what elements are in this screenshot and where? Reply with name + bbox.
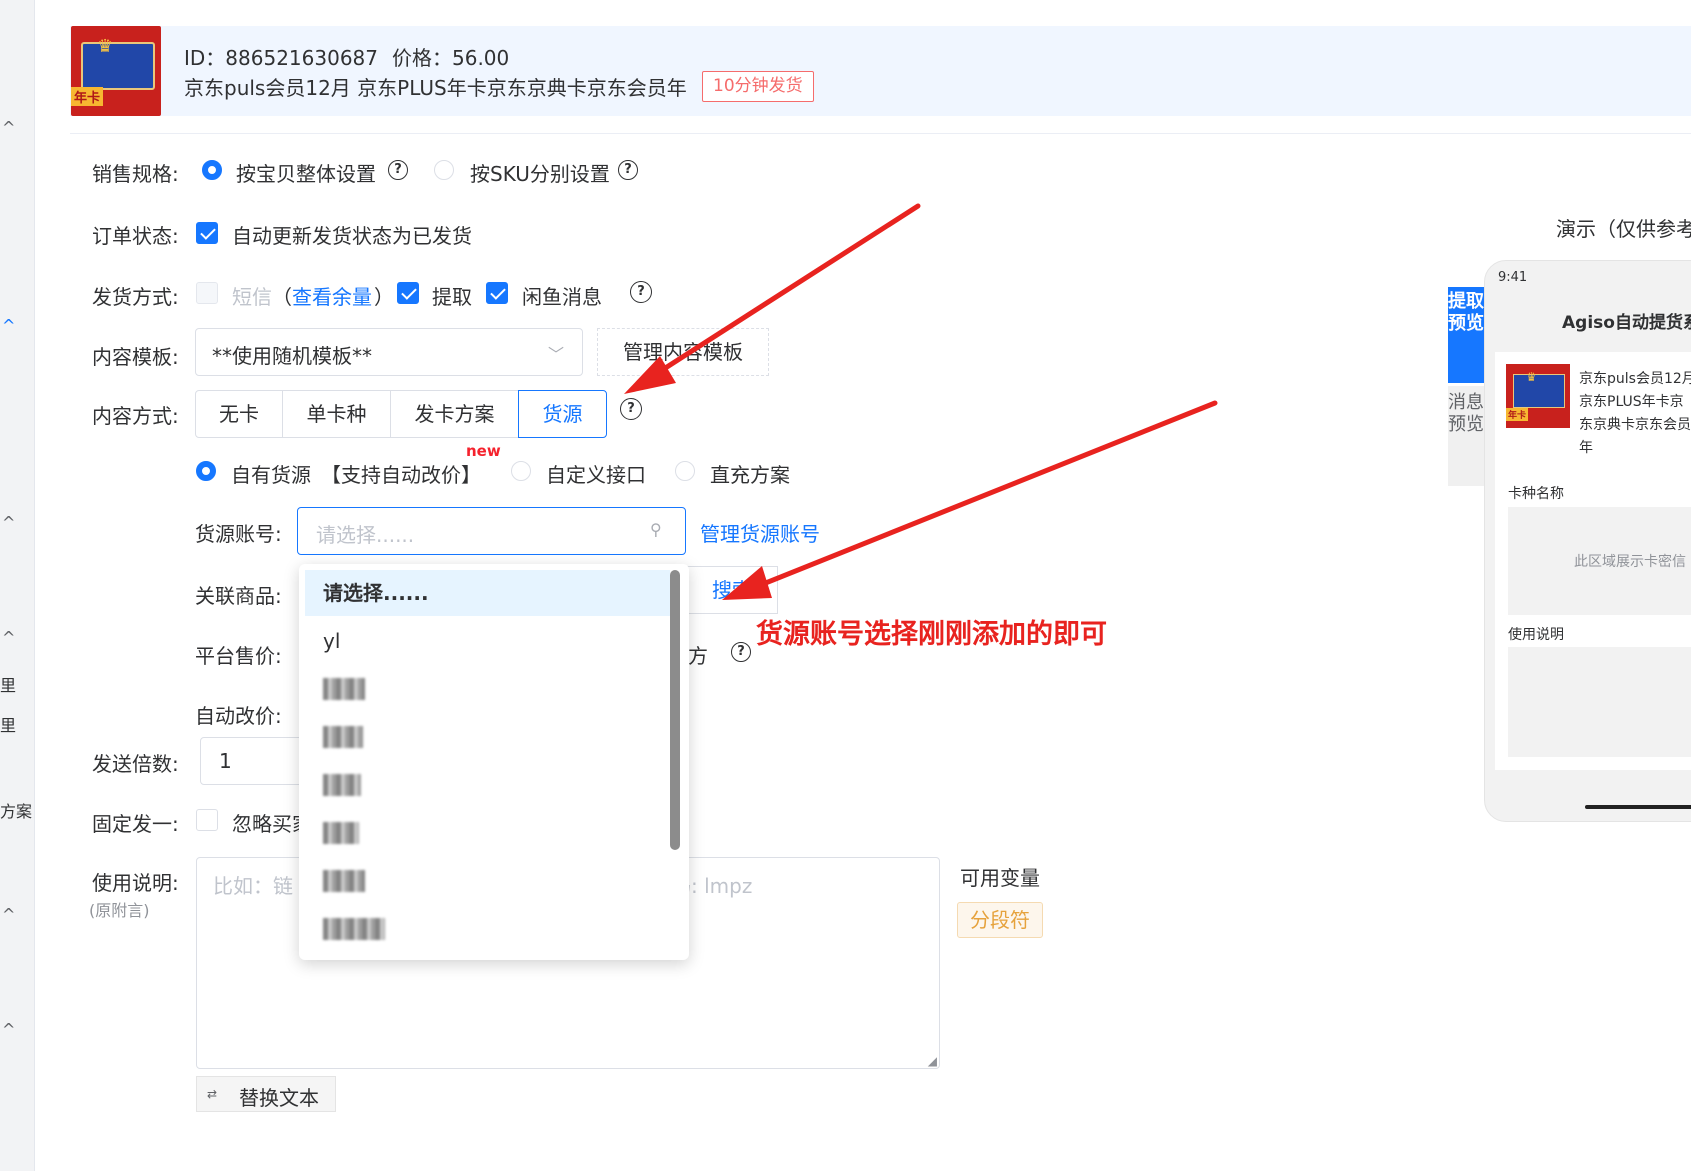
annotation-arrows: [624, 203, 1218, 600]
tab-pickup-preview-label: 提取预览: [1448, 291, 1484, 334]
annotation-text: 货源账号选择刚刚添加的即可: [756, 619, 1107, 650]
preview-title: 演示（仅供参考: [1556, 217, 1691, 241]
tab-pickup-preview[interactable]: 提取预览: [1448, 287, 1484, 383]
phone-home-bar: [1585, 805, 1691, 809]
phone-time: 9:41: [1498, 270, 1528, 285]
preview-product-thumbnail: ♛ 年卡: [1506, 364, 1570, 428]
preview-card-area-text: 此区域展示卡密信: [1574, 554, 1686, 570]
preview-product-line: 京东puls会员12月: [1579, 371, 1691, 387]
preview-product-line: 京东PLUS年卡京: [1579, 394, 1684, 410]
preview-card-area: 此区域展示卡密信: [1508, 507, 1691, 615]
thumb-tag: 年卡: [1506, 408, 1529, 421]
preview-usage-area: [1508, 647, 1691, 757]
preview-usage-label: 使用说明: [1508, 627, 1564, 643]
preview-card-label: 卡种名称: [1508, 486, 1564, 502]
phone-app-title: Agiso自动提货系: [1562, 313, 1691, 333]
tab-message-preview[interactable]: 消息预览: [1448, 386, 1484, 486]
tab-source[interactable]: 货源: [518, 390, 607, 438]
tab-message-preview-label: 消息预览: [1448, 392, 1484, 435]
crown-icon: ♛: [1526, 370, 1537, 384]
preview-product-line: 年: [1579, 440, 1593, 456]
preview-product-line: 东京典卡京东会员: [1579, 417, 1691, 433]
